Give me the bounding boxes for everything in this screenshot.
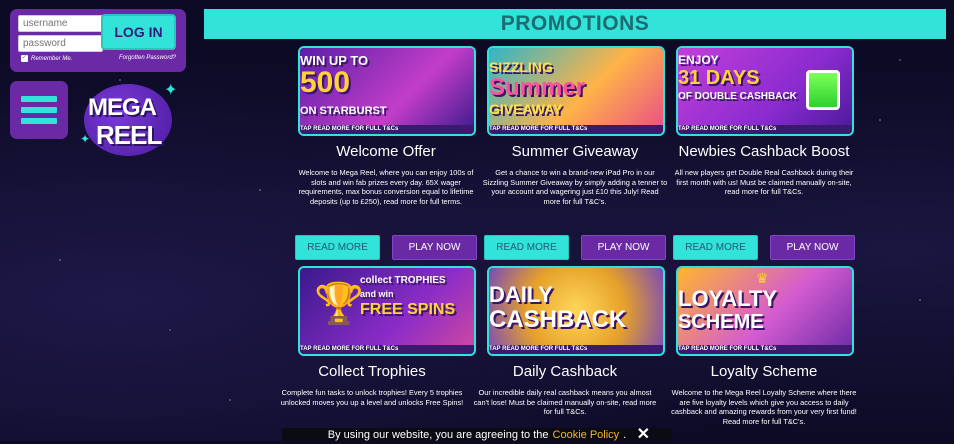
promo-title: Summer Giveaway [511, 143, 639, 160]
logo-text-mega: MEGA [88, 94, 157, 121]
banner-line1: DAILY [489, 282, 553, 307]
promo-banner-daily-cashback[interactable]: DAILY CASHBACK TAP READ MORE FOR FULL T&… [487, 266, 665, 356]
banner-line3: GIVEAWAY [489, 101, 563, 117]
banner-line3: ON STARBURST [300, 105, 387, 117]
banner-tap-text: TAP READ MORE FOR FULL T&Cs [489, 345, 663, 354]
login-button[interactable]: LOG IN [101, 14, 176, 50]
password-input[interactable] [18, 35, 103, 52]
play-now-button[interactable]: PLAY NOW [392, 235, 477, 260]
promo-title: Daily Cashback [512, 363, 618, 380]
star-icon: ✦ [164, 82, 178, 99]
promo-title: Welcome Offer [336, 143, 436, 160]
promotions-header: PROMOTIONS [204, 9, 946, 39]
hamburger-menu-button[interactable] [10, 81, 68, 139]
banner-line2: CASHBACK [489, 306, 627, 333]
logo-text-reel: REEL [96, 120, 162, 150]
cookie-banner: By using our website, you are agreeing t… [282, 426, 672, 443]
read-more-button[interactable]: READ MORE [295, 235, 380, 260]
battery-icon [806, 70, 840, 110]
promo-title: Newbies Cashback Boost [678, 143, 850, 160]
promo-description: Our incredible daily real cashback means… [473, 388, 657, 416]
remember-checkbox[interactable] [21, 53, 28, 62]
promo-banner-welcome[interactable]: WIN UP TO 500 ON STARBURST TAP READ MORE… [298, 46, 476, 136]
crown-icon: ♛ [756, 270, 769, 286]
promo-description: Complete fun tasks to unlock trophies! E… [280, 388, 464, 407]
banner-line1: LOYALTY [678, 286, 778, 311]
promo-banner-summer[interactable]: SIZZLING Summer GIVEAWAY TAP READ MORE F… [487, 46, 665, 136]
promo-description: All new players get Double Real Cashback… [674, 168, 854, 196]
play-now-button[interactable]: PLAY NOW [770, 235, 855, 260]
read-more-button[interactable]: READ MORE [673, 235, 758, 260]
star-icon: ✦ [80, 132, 91, 146]
close-icon[interactable]: ✕ [637, 424, 650, 444]
banner-line2: and win [360, 289, 394, 299]
banner-line2: Summer [489, 74, 586, 101]
menu-bar [21, 107, 57, 113]
banner-line1: collect TROPHIES [360, 275, 446, 286]
remember-me[interactable]: Remember Me. [21, 53, 73, 62]
banner-tap-text: TAP READ MORE FOR FULL T&Cs [300, 345, 474, 354]
remember-label: Remember Me. [31, 55, 73, 62]
login-panel: LOG IN Remember Me. Forgotten Password? [10, 9, 186, 72]
mega-reel-logo[interactable]: MEGA REEL ✦ ✦ [78, 76, 188, 162]
menu-bar [21, 96, 57, 102]
promo-title: Collect Trophies [318, 363, 426, 380]
banner-tap-text: TAP READ MORE FOR FULL T&Cs [678, 125, 852, 134]
trophy-icon: 🏆 [314, 282, 364, 326]
read-more-button[interactable]: READ MORE [484, 235, 569, 260]
banner-tap-text: TAP READ MORE FOR FULL T&Cs [489, 125, 663, 134]
banner-line2: SCHEME [678, 311, 764, 333]
banner-line3: FREE SPINS [360, 301, 456, 318]
promo-description: Get a chance to win a brand-new iPad Pro… [482, 168, 668, 206]
username-input[interactable] [18, 15, 103, 32]
banner-line2: 500 [300, 66, 351, 99]
play-now-button[interactable]: PLAY NOW [581, 235, 666, 260]
banner-line3: OF DOUBLE CASHBACK [678, 91, 797, 102]
forgot-password-link[interactable]: Forgotten Password? [119, 55, 176, 61]
banner-line2: 31 DAYS [678, 67, 760, 89]
promo-title: Loyalty Scheme [710, 363, 818, 380]
banner-tap-text: TAP READ MORE FOR FULL T&Cs [300, 125, 474, 134]
banner-line1: SIZZLING [489, 59, 553, 75]
banner-line1: ENJOY [678, 53, 719, 67]
cookie-text: By using our website, you are agreeing t… [327, 428, 549, 441]
promo-description: Welcome to Mega Reel, where you can enjo… [298, 168, 474, 206]
promo-banner-loyalty[interactable]: ♛ LOYALTY SCHEME TAP READ MORE FOR FULL … [676, 266, 854, 356]
promo-banner-trophies[interactable]: 🏆 collect TROPHIES and win FREE SPINS TA… [298, 266, 476, 356]
promo-description: Welcome to the Mega Reel Loyalty Scheme … [671, 388, 857, 426]
promo-banner-cashback-boost[interactable]: ENJOY 31 DAYS OF DOUBLE CASHBACK TAP REA… [676, 46, 854, 136]
banner-tap-text: TAP READ MORE FOR FULL T&Cs [678, 345, 852, 354]
cookie-policy-link[interactable]: Cookie Policy [553, 429, 620, 441]
cookie-period: . [623, 428, 627, 441]
menu-bar [21, 118, 57, 124]
